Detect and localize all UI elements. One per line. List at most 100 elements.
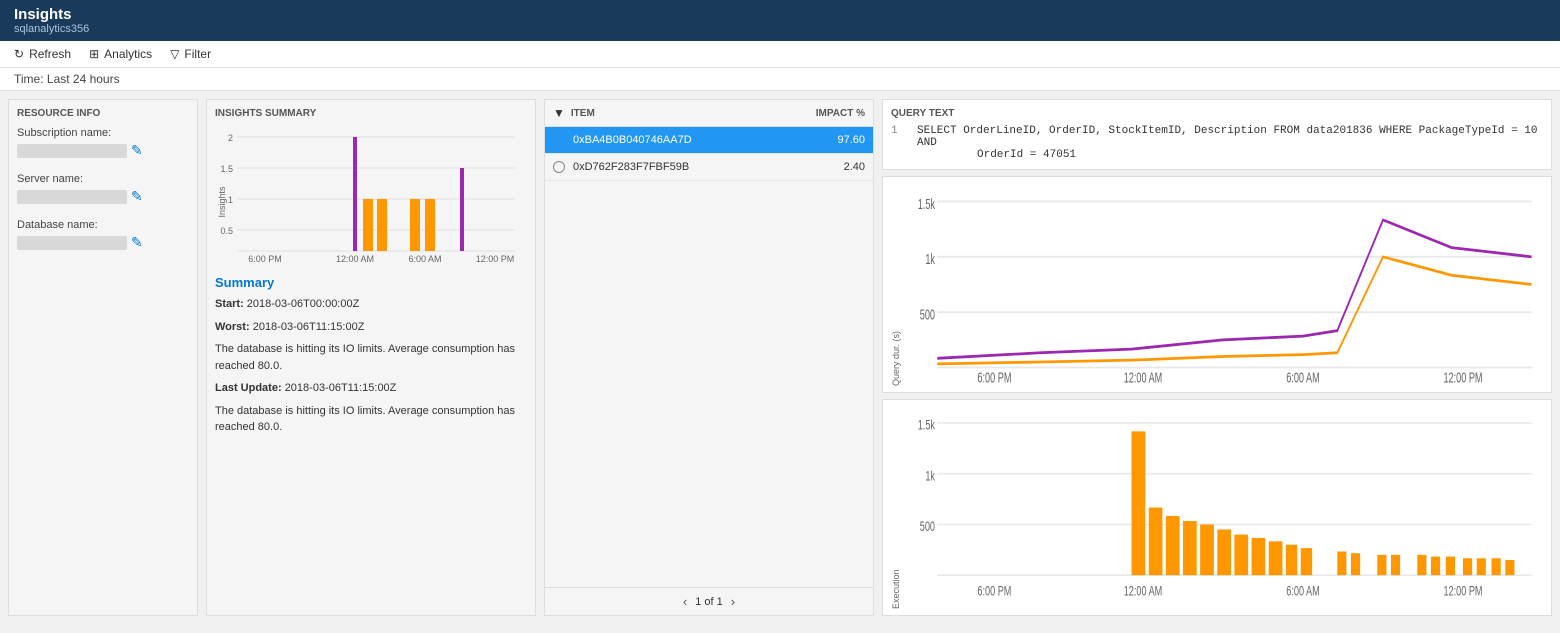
execution-svg: 1.5k 1k 500 [903,406,1543,609]
execution-chart-panel: Execution 1.5k 1k 500 [882,399,1552,616]
svg-text:12:00 AM: 12:00 AM [336,254,374,264]
app-header: Insights sqlanalytics356 [0,0,1560,41]
app-title: Insights [14,6,1546,23]
svg-text:1k: 1k [925,251,935,268]
query-panel: QUERY TEXT 1 SELECT OrderLineID, OrderID… [882,99,1552,616]
svg-text:12:00 PM: 12:00 PM [1443,585,1482,599]
svg-text:0.5: 0.5 [220,226,233,236]
summary-heading: Summary [215,275,527,290]
svg-text:1.5k: 1.5k [918,196,936,213]
svg-text:12:00 PM: 12:00 PM [1443,369,1482,386]
svg-text:12:00 AM: 12:00 AM [1124,369,1163,386]
summary-desc1: The database is hitting its IO limits. A… [215,341,527,374]
row-indicator [553,161,565,173]
summary-desc2: The database is hitting its IO limits. A… [215,403,527,436]
analytics-label: Analytics [104,47,152,61]
last-update-value: 2018-03-06T11:15:00Z [285,382,397,394]
summary-text: Summary Start: 2018-03-06T00:00:00Z Wors… [207,267,535,615]
table-filter-icon: ▼ [553,106,565,120]
svg-text:Insights: Insights [217,186,227,218]
query-line-1: SELECT OrderLineID, OrderID, StockItemID… [917,125,1543,149]
query-text-content: 1 SELECT OrderLineID, OrderID, StockItem… [891,125,1543,161]
worst-value: 2018-03-06T11:15:00Z [253,321,365,333]
item-id: 0xD762F283F7FBF59B [573,161,795,173]
impact-value: 97.60 [795,134,865,146]
analytics-icon: ⊞ [89,47,99,61]
time-bar: Time: Last 24 hours [0,68,1560,91]
start-value: 2018-03-06T00:00:00Z [247,298,360,310]
subscription-edit-icon[interactable]: ✎ [131,142,143,159]
items-table-header: ▼ ITEM IMPACT % [545,100,873,127]
insights-summary-title: INSIGHTS SUMMARY [207,100,535,123]
svg-text:6:00 PM: 6:00 PM [248,254,282,264]
svg-text:6:00 PM: 6:00 PM [977,369,1011,386]
subscription-label: Subscription name: [17,127,189,139]
svg-text:1: 1 [228,195,233,205]
query-duration-y-label: Query dur. (s) [891,183,901,386]
insights-chart: 2 1.5 1 0.5 [207,123,535,267]
query-text-title: QUERY TEXT [891,108,1543,119]
svg-text:12:00 PM: 12:00 PM [476,254,515,264]
row-indicator [553,134,565,146]
table-row[interactable]: 0xBA4B0B040746AA7D 97.60 [545,127,873,154]
database-field: Database name: ✎ [17,219,189,251]
database-value-box [17,236,127,250]
filter-label: Filter [184,47,211,61]
database-label: Database name: [17,219,189,231]
table-row[interactable]: 0xD762F283F7FBF59B 2.40 [545,154,873,181]
col-item-header: ITEM [571,108,795,119]
refresh-button[interactable]: ↻ Refresh [14,47,71,61]
server-field: Server name: ✎ [17,173,189,205]
insights-summary-panel: INSIGHTS SUMMARY 2 1.5 1 0.5 [206,99,536,616]
execution-chart-area: 1.5k 1k 500 [903,406,1543,609]
svg-text:500: 500 [920,521,935,535]
svg-text:12:00 AM: 12:00 AM [1124,585,1163,599]
query-text-box: QUERY TEXT 1 SELECT OrderLineID, OrderID… [882,99,1552,170]
database-edit-icon[interactable]: ✎ [131,234,143,251]
execution-chart-wrap: Execution 1.5k 1k 500 [891,406,1543,609]
query-duration-chart-area: 1.5k 1k 500 6:00 PM 12:00 AM 6:00 AM 12:… [903,183,1543,386]
server-value-box [17,190,127,204]
analytics-button[interactable]: ⊞ Analytics [89,47,152,61]
svg-text:1.5k: 1.5k [918,419,935,433]
next-page-button[interactable]: › [731,594,735,609]
subscription-value-box [17,144,127,158]
summary-last-update: Last Update: 2018-03-06T11:15:00Z [215,380,527,397]
svg-text:1k: 1k [925,470,935,484]
start-label: Start: [215,298,244,310]
svg-text:6:00 AM: 6:00 AM [1286,585,1319,599]
time-label: Time: Last 24 hours [14,72,120,86]
line-number: 1 [891,125,907,161]
filter-button[interactable]: ▽ Filter [170,47,211,61]
resource-info-title: RESOURCE INFO [17,108,189,119]
subscription-field: Subscription name: ✎ [17,127,189,159]
svg-text:1.5: 1.5 [220,164,233,174]
svg-text:2: 2 [228,133,233,143]
worst-label: Worst: [215,321,250,333]
refresh-icon: ↻ [14,47,24,61]
query-duration-chart-wrap: Query dur. (s) 1.5k 1k 500 [891,183,1543,386]
toolbar: ↻ Refresh ⊞ Analytics ▽ Filter [0,41,1560,68]
app-subtitle: sqlanalytics356 [14,23,1546,35]
server-edit-icon[interactable]: ✎ [131,188,143,205]
execution-y-label: Execution [891,406,901,609]
query-duration-svg: 1.5k 1k 500 6:00 PM 12:00 AM 6:00 AM 12:… [903,183,1543,386]
main-content: RESOURCE INFO Subscription name: ✎ Serve… [0,91,1560,624]
svg-text:6:00 AM: 6:00 AM [408,254,441,264]
items-table-body: 0xBA4B0B040746AA7D 97.60 0xD762F283F7FBF… [545,127,873,587]
page-info: 1 of 1 [695,596,723,608]
svg-text:500: 500 [920,306,935,323]
summary-start: Start: 2018-03-06T00:00:00Z [215,296,527,313]
insights-chart-svg: 2 1.5 1 0.5 [215,127,525,267]
refresh-label: Refresh [29,47,71,61]
query-line-2: OrderId = 47051 [917,149,1543,161]
svg-text:6:00 AM: 6:00 AM [1286,369,1320,386]
server-label: Server name: [17,173,189,185]
item-id: 0xBA4B0B040746AA7D [573,134,795,146]
prev-page-button[interactable]: ‹ [683,594,687,609]
query-code: SELECT OrderLineID, OrderID, StockItemID… [917,125,1543,161]
col-impact-header: IMPACT % [795,108,865,119]
svg-text:6:00 PM: 6:00 PM [977,585,1011,599]
pagination-bar: ‹ 1 of 1 › [545,587,873,615]
impact-value: 2.40 [795,161,865,173]
